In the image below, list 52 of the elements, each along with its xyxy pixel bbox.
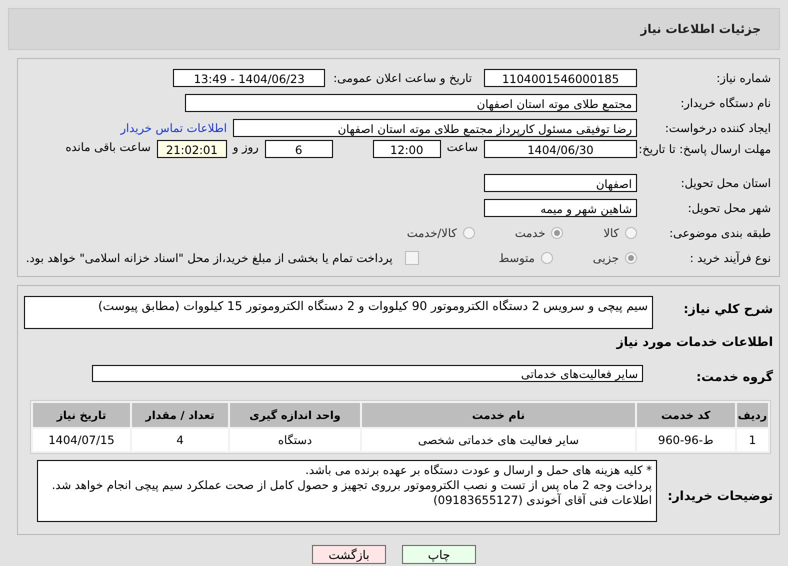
service-group-field: سایر فعالیت‌های خدماتی — [92, 365, 643, 382]
field-label: توضیحات خریدار: — [666, 487, 774, 503]
field-label: تاریخ و ساعت اعلان عمومی: — [333, 70, 472, 84]
column-header: نام خدمت — [362, 403, 635, 427]
buyer-contact-link[interactable]: اطلاعات تماس خریدار — [120, 120, 227, 134]
creator-field: رضا توفیقی مسئول کارپرداز مجتمع طلای موته استان اصفهان — [233, 118, 637, 136]
field-label: نوع فرآیند خرید : — [688, 250, 772, 264]
field-label: نام دستگاه خریدار: — [679, 96, 772, 110]
column-header: کد خدمت — [636, 403, 735, 427]
field-label: مهلت ارسال پاسخ: تا تاریخ: — [637, 141, 772, 156]
deadline-date-field: 1404/06/30 — [484, 140, 637, 158]
treasury-checkbox[interactable] — [404, 250, 419, 264]
page-title: جزئیات اطلاعات نیاز — [640, 22, 761, 36]
field-label: شرح کلي نياز: — [682, 300, 774, 316]
days-label: روز و — [232, 140, 259, 154]
column-header: تعداد / مقدار — [132, 403, 228, 427]
column-header: تاریخ نیاز — [33, 403, 130, 427]
table-cell: سایر فعالیت های خدماتی شخصی — [362, 429, 635, 451]
summary-textarea[interactable]: سیم پیچی و سرویس 2 دستگاه الکتروموتور 90 کیلووات و 2 دستگاه الکتروموتور 15 کیلووات (مطابق پیوست) — [24, 296, 653, 329]
field-label: طبقه بندی موضوعی: — [668, 226, 772, 240]
category-radio[interactable]: خدمت — [514, 226, 564, 240]
table-cell: 4 — [132, 429, 228, 451]
province-field: اصفهان — [484, 174, 637, 192]
city-field: شاهین شهر و میمه — [484, 198, 637, 216]
deadline-time-field: 12:00 — [372, 140, 441, 158]
category-radio[interactable]: کالا/خدمت — [406, 226, 475, 240]
process-radio[interactable]: متوسط — [498, 250, 553, 264]
table-cell: ط-96-960 — [636, 429, 735, 451]
action-button[interactable]: بازگشت — [312, 545, 386, 564]
field-label: ایجاد کننده درخواست: — [664, 120, 772, 134]
field-label: گروه خدمت: — [695, 368, 774, 384]
column-header: ردیف — [736, 403, 768, 427]
remaining-time-field: 21:02:01 — [156, 140, 227, 158]
treasury-text: پرداخت تمام یا بخشی از مبلغ خرید،از محل "اسناد خزانه اسلامی" خواهد بود. — [26, 250, 393, 264]
field-label: شماره نیاز: — [715, 70, 772, 84]
process-radio[interactable]: جزیی — [592, 250, 637, 264]
section-heading: اطلاعات خدمات مورد نیاز — [615, 334, 774, 349]
table-cell: دستگاه — [230, 429, 360, 451]
category-radio[interactable]: کالا — [603, 226, 637, 240]
days-field: 6 — [264, 140, 333, 158]
table-cell: 1 — [736, 429, 768, 451]
buyer-notes-textarea[interactable]: * کلیه هزینه های حمل و ارسال و عودت دستگاه بر عهده برنده می باشد. پرداخت وجه 2 ماه پس از تست و نصب الکتروموتور برروی تجهیز و حصول کامل از صحت عملکرد سیم پیچی انجام خواهد شد. اطلاعات فنی آقای آخوندی (09183655127) — [37, 460, 657, 522]
time-label: ساعت — [446, 140, 478, 154]
field-label: استان محل تحویل: — [680, 176, 772, 190]
field-label: شهر محل تحویل: — [686, 200, 772, 214]
action-button[interactable]: چاپ — [402, 545, 476, 564]
buyer-field: مجتمع طلای موته استان اصفهان — [185, 94, 637, 112]
remaining-label: ساعت باقی مانده — [66, 140, 151, 154]
announce-date-field: 1404/06/23 - 13:49 — [173, 68, 326, 86]
column-header: واحد اندازه گیری — [230, 403, 360, 427]
need-number-field: 1104001546000185 — [484, 68, 637, 86]
table-cell: 1404/07/15 — [33, 429, 130, 451]
